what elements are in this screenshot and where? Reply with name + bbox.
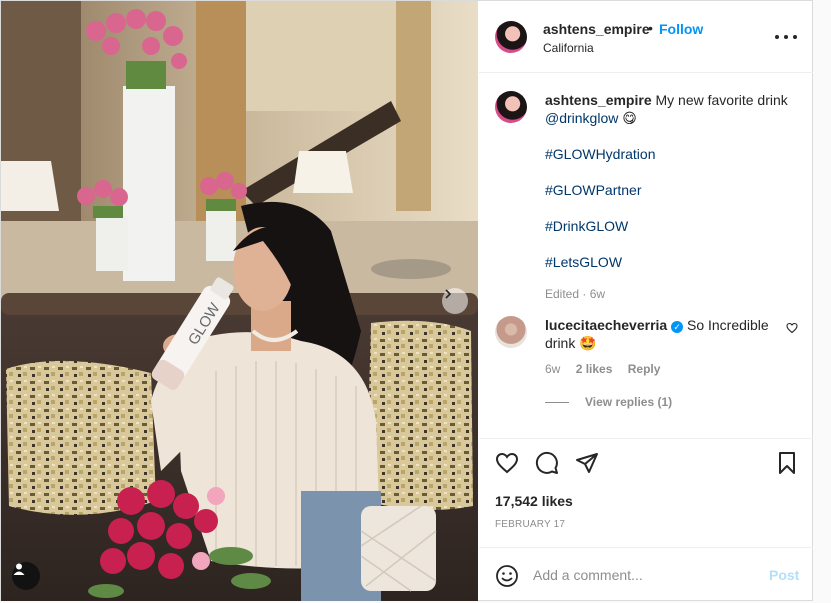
comment-like-heart-icon[interactable] — [786, 322, 798, 334]
likes-count[interactable]: 17,542 likes — [495, 493, 573, 509]
share-icon[interactable] — [575, 451, 599, 475]
comment-icon[interactable] — [535, 451, 559, 475]
post-header: ashtens_empire • Follow California — [479, 1, 813, 73]
bookmark-icon[interactable] — [775, 451, 799, 475]
chevron-right-icon — [445, 289, 452, 299]
hashtag-glowhydration[interactable]: #GLOWHydration — [545, 146, 655, 162]
next-image-button[interactable] — [442, 288, 468, 314]
follow-button[interactable]: Follow — [659, 21, 703, 37]
post-location[interactable]: California — [543, 41, 594, 55]
more-horizontal-icon — [775, 35, 797, 39]
comment-age[interactable]: 6w — [545, 362, 560, 376]
add-comment-bar: Post — [479, 547, 813, 601]
more-options-button[interactable] — [775, 27, 797, 47]
post-date[interactable]: FEBRUARY 17 — [495, 519, 565, 530]
view-replies-button[interactable]: View replies (1) — [545, 395, 672, 409]
replies-divider-line — [545, 401, 569, 403]
post-photo[interactable]: GLOW — [1, 1, 478, 601]
action-bar — [479, 451, 813, 481]
comment-emoji: 🤩 — [579, 335, 597, 351]
user-tag-icon — [13, 563, 25, 575]
comments-area: ashtens_empire My new favorite drink @dr… — [479, 73, 813, 439]
tagged-users-button[interactable] — [12, 562, 40, 590]
caption-mention[interactable]: @drinkglow — [545, 110, 618, 126]
post-side-panel: ashtens_empire • Follow California ashte… — [479, 1, 813, 601]
author-avatar[interactable] — [495, 21, 527, 53]
photo-illustration: GLOW — [1, 1, 478, 601]
post-comment-button[interactable]: Post — [769, 567, 799, 583]
caption: ashtens_empire My new favorite drink @dr… — [545, 91, 795, 303]
caption-text: My new favorite drink — [655, 92, 788, 108]
comment-meta: 6w 2 likes Reply — [545, 360, 775, 378]
comment-body: lucecitaecheverria ✓ So Incredible drink… — [545, 316, 775, 378]
emoji-smiley-icon[interactable] — [495, 564, 519, 588]
post-card: GLOW ashtens_empire • Follow California … — [0, 0, 813, 601]
commenter-username[interactable]: lucecitaecheverria — [545, 317, 667, 333]
reply-button[interactable]: Reply — [628, 362, 661, 376]
heart-icon[interactable] — [495, 451, 519, 475]
hashtag-glowpartner[interactable]: #GLOWPartner — [545, 182, 641, 198]
caption-username[interactable]: ashtens_empire — [545, 92, 652, 108]
caption-meta: Edited · 6w — [545, 287, 606, 301]
comment-likes[interactable]: 2 likes — [576, 362, 613, 376]
author-username[interactable]: ashtens_empire — [543, 21, 650, 37]
commenter-avatar[interactable] — [495, 316, 527, 348]
comment-input[interactable] — [533, 564, 753, 586]
caption-emoji: 😋 — [622, 110, 637, 126]
caption-age[interactable]: 6w — [590, 287, 605, 301]
edited-label: Edited — [545, 287, 580, 301]
header-separator: • — [648, 20, 653, 36]
view-replies-label: View replies (1) — [585, 395, 673, 409]
verified-badge-icon: ✓ — [671, 321, 684, 333]
hashtag-letsglow[interactable]: #LetsGLOW — [545, 254, 622, 270]
hashtag-drinkglow[interactable]: #DrinkGLOW — [545, 218, 628, 234]
caption-author-avatar[interactable] — [495, 91, 527, 123]
